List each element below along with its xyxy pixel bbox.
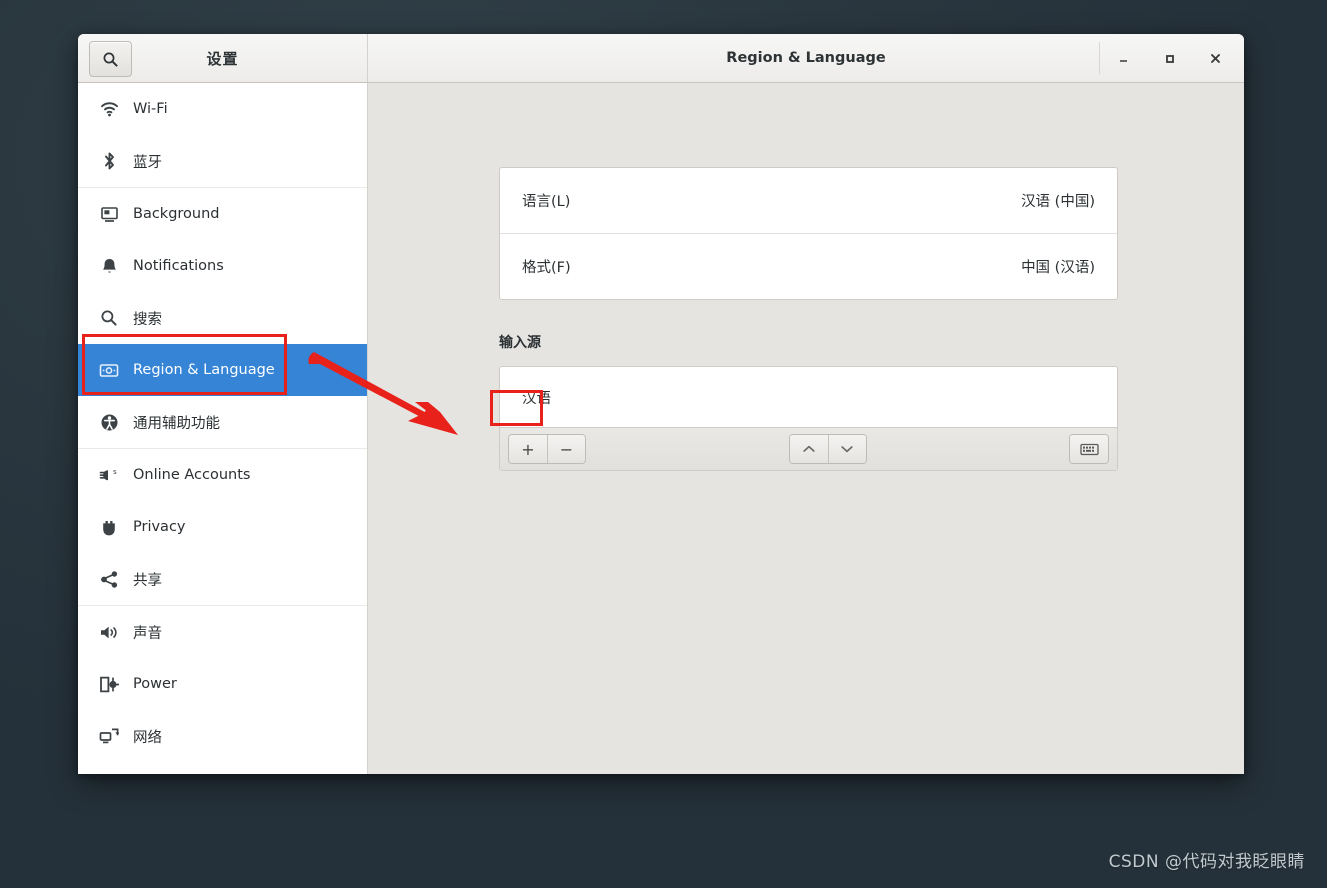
svg-text:s: s bbox=[113, 468, 117, 476]
input-sources-heading: 输入源 bbox=[499, 335, 541, 351]
sidebar-item-notifications[interactable]: Notifications bbox=[78, 240, 367, 292]
add-input-source-button[interactable]: + bbox=[509, 435, 547, 463]
sidebar-item-label: 共享 bbox=[133, 572, 162, 589]
background-icon bbox=[96, 206, 122, 223]
settings-window: 设置 Region & Language Wi-Fi 蓝牙 Background… bbox=[78, 34, 1244, 774]
sidebar-item-network[interactable]: 网络 bbox=[78, 710, 367, 762]
input-sources-frame: 汉语 + − bbox=[499, 366, 1118, 471]
move-up-button[interactable] bbox=[789, 435, 828, 463]
close-button[interactable] bbox=[1192, 42, 1238, 74]
sidebar-item-label: 搜索 bbox=[133, 311, 162, 328]
sidebar-item-bluetooth[interactable]: 蓝牙 bbox=[78, 135, 367, 187]
window-title-area: Region & Language bbox=[368, 34, 1244, 82]
maximize-button[interactable] bbox=[1146, 42, 1192, 74]
sidebar: Wi-Fi 蓝牙 Background Notifications 搜索 Reg… bbox=[78, 83, 368, 774]
sidebar-item-label: Online Accounts bbox=[133, 467, 251, 483]
language-row-label: 语言(L) bbox=[522, 194, 571, 210]
input-sources-toolbar: + − bbox=[500, 427, 1117, 470]
content-pane: 语言(L) 汉语 (中国) 格式(F) 中国 (汉语) 输入源 汉语 + − bbox=[368, 83, 1244, 774]
bell-icon bbox=[96, 257, 122, 276]
watermark: CSDN @代码对我眨眼睛 bbox=[1108, 852, 1305, 872]
sidebar-item-label: 声音 bbox=[133, 625, 162, 642]
add-remove-group: + − bbox=[508, 434, 586, 464]
wifi-icon bbox=[96, 101, 122, 117]
move-group bbox=[788, 434, 867, 464]
sidebar-item-label: Region & Language bbox=[133, 362, 275, 378]
bluetooth-icon bbox=[96, 151, 122, 171]
input-sources-list: 汉语 bbox=[500, 367, 1117, 427]
keyboard-group bbox=[1069, 434, 1109, 464]
privacy-hand-icon bbox=[96, 518, 122, 537]
online-accounts-icon: s bbox=[96, 467, 122, 484]
window-controls bbox=[1099, 42, 1244, 74]
title-bar: 设置 Region & Language bbox=[78, 34, 1244, 83]
sound-icon bbox=[96, 624, 122, 641]
formats-row[interactable]: 格式(F) 中国 (汉语) bbox=[500, 233, 1117, 299]
sidebar-item-search[interactable]: 搜索 bbox=[78, 292, 367, 344]
search-icon bbox=[102, 51, 119, 68]
search-icon bbox=[96, 309, 122, 327]
network-icon bbox=[96, 727, 122, 745]
sidebar-item-online-accounts[interactable]: s Online Accounts bbox=[78, 449, 367, 501]
sidebar-item-label: Background bbox=[133, 206, 220, 222]
language-row[interactable]: 语言(L) 汉语 (中国) bbox=[500, 168, 1117, 233]
sidebar-item-label: 网络 bbox=[133, 729, 162, 746]
accessibility-icon bbox=[96, 413, 122, 432]
sidebar-header: 设置 bbox=[78, 34, 368, 82]
sharing-icon bbox=[96, 570, 122, 589]
sidebar-item-label: 蓝牙 bbox=[133, 154, 162, 171]
formats-row-value: 中国 (汉语) bbox=[1021, 260, 1095, 276]
sidebar-item-region-language[interactable]: Region & Language bbox=[78, 344, 367, 396]
region-language-icon bbox=[96, 363, 122, 378]
sidebar-item-label: 通用辅助功能 bbox=[133, 415, 220, 432]
sidebar-item-label: Power bbox=[133, 676, 177, 692]
keyboard-shortcuts-button[interactable] bbox=[1070, 435, 1108, 463]
sidebar-item-background[interactable]: Background bbox=[78, 188, 367, 240]
language-row-value: 汉语 (中国) bbox=[1021, 194, 1095, 210]
language-preferences-group: 语言(L) 汉语 (中国) 格式(F) 中国 (汉语) bbox=[499, 167, 1118, 300]
remove-input-source-button[interactable]: − bbox=[547, 435, 585, 463]
sidebar-item-wifi[interactable]: Wi-Fi bbox=[78, 83, 367, 135]
minimize-button[interactable] bbox=[1100, 42, 1146, 74]
search-button[interactable] bbox=[89, 41, 132, 77]
power-icon bbox=[96, 675, 122, 694]
sidebar-item-sound[interactable]: 声音 bbox=[78, 606, 367, 658]
sidebar-item-power[interactable]: Power bbox=[78, 658, 367, 710]
sidebar-item-label: Notifications bbox=[133, 258, 224, 274]
keyboard-icon bbox=[1079, 443, 1099, 456]
desktop: 设置 Region & Language Wi-Fi 蓝牙 Background… bbox=[0, 0, 1327, 888]
sidebar-item-privacy[interactable]: Privacy bbox=[78, 501, 367, 553]
sidebar-item-label: Privacy bbox=[133, 519, 186, 535]
sidebar-item-accessibility[interactable]: 通用辅助功能 bbox=[78, 396, 367, 448]
input-source-item[interactable]: 汉语 bbox=[522, 387, 551, 408]
sidebar-item-label: Wi-Fi bbox=[133, 101, 168, 117]
move-down-button[interactable] bbox=[827, 435, 866, 463]
formats-row-label: 格式(F) bbox=[522, 260, 571, 276]
sidebar-item-sharing[interactable]: 共享 bbox=[78, 553, 367, 605]
window-body: Wi-Fi 蓝牙 Background Notifications 搜索 Reg… bbox=[78, 83, 1244, 774]
